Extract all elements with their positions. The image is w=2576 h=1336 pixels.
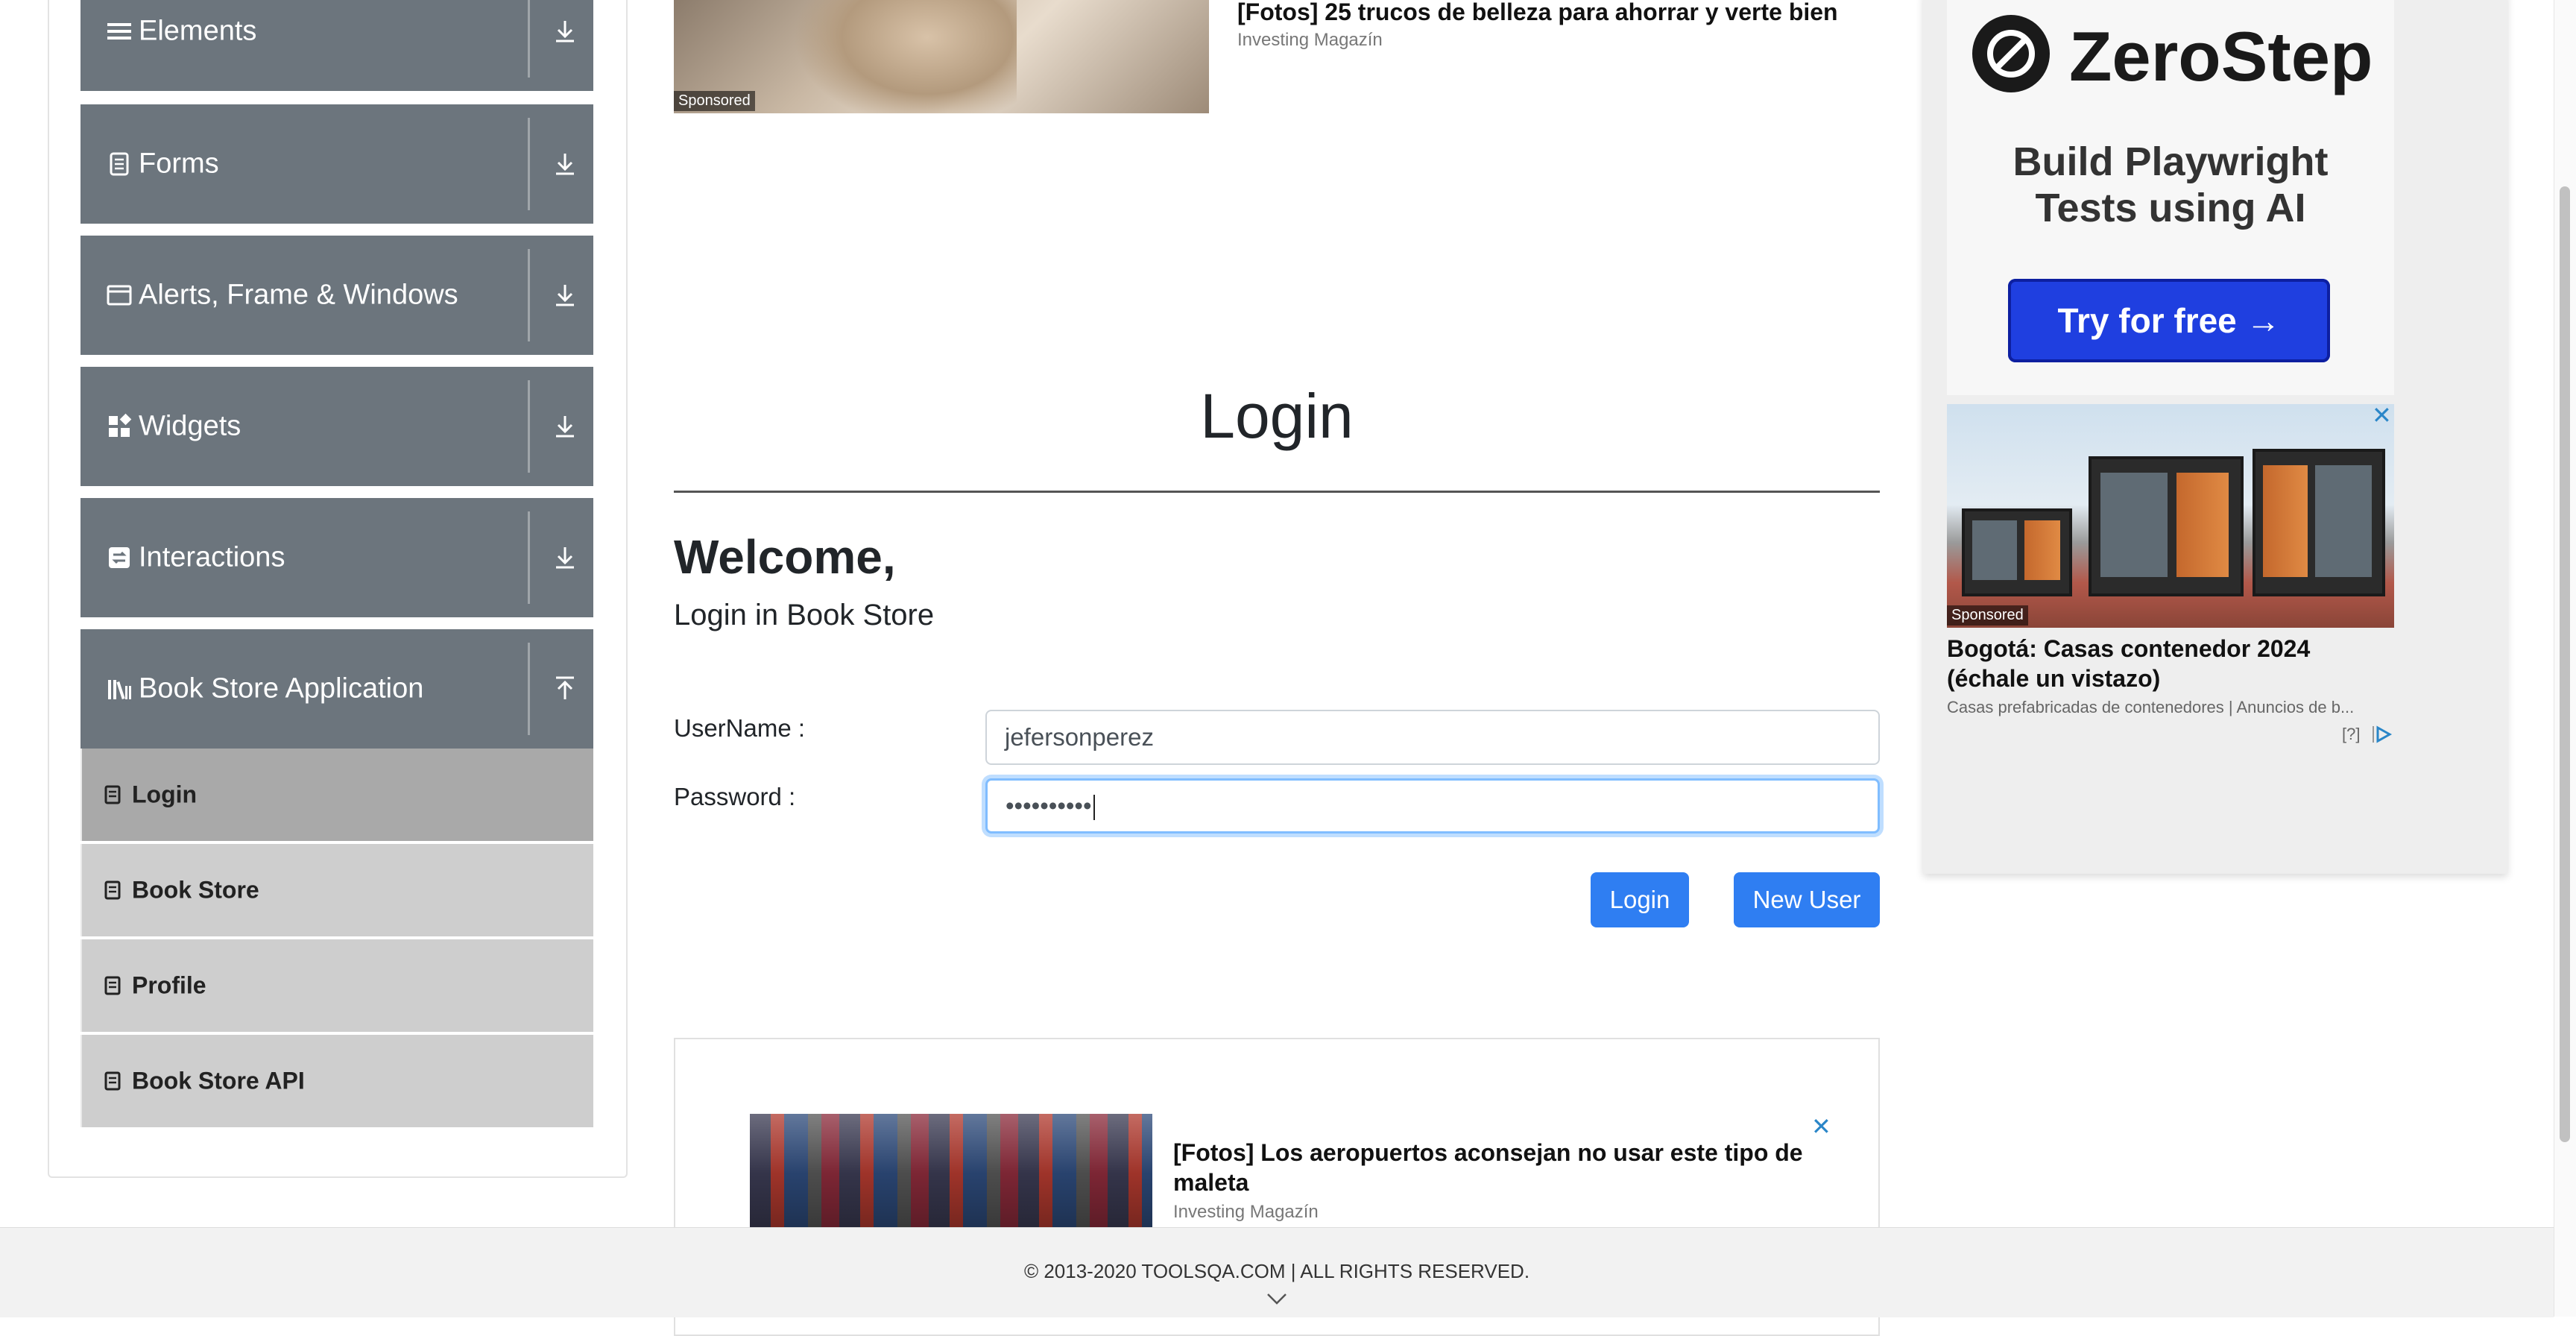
divider: [674, 491, 1880, 493]
house-panel: [2024, 520, 2060, 580]
ad-headline[interactable]: [Fotos] Los aeropuertos aconsejan no usa…: [1173, 1138, 1829, 1197]
tagline-line: Build Playwright: [2012, 139, 2329, 184]
footer-copyright: © 2013-2020 TOOLSQA.COM | ALL RIGHTS RES…: [1023, 1260, 1530, 1282]
house-panel: [2263, 465, 2308, 577]
sponsored-badge: Sponsored: [674, 91, 755, 111]
divider: [528, 511, 530, 604]
sidebar-item-book-store-api[interactable]: Book Store API: [80, 1035, 593, 1127]
download-arrow-icon[interactable]: [550, 16, 580, 46]
sidebar-group-label: Alerts, Frame & Windows: [139, 279, 458, 311]
zerostep-tagline: Build Playwright Tests using AI: [1947, 139, 2394, 231]
house-window: [2315, 465, 2372, 577]
sidebar-item-login[interactable]: Login: [80, 749, 593, 841]
document-icon: [104, 976, 121, 995]
scrollbar-thumb[interactable]: [2560, 186, 2570, 1142]
ad-source: Casas prefabricadas de contenedores | An…: [1947, 698, 2355, 716]
sidebar-group-widgets[interactable]: Widgets: [80, 367, 593, 486]
sidebar-group-label: Interactions: [139, 541, 285, 573]
sidebar-group-label: Elements: [139, 15, 257, 47]
password-label: Password :: [674, 783, 796, 810]
house-window: [1972, 520, 2017, 580]
sidebar-group-interactions[interactable]: Interactions: [80, 498, 593, 617]
ad-source: Investing Magazín: [1237, 30, 1383, 50]
close-icon[interactable]: ✕: [2372, 401, 2392, 429]
ad-info-link[interactable]: [?]: [2342, 725, 2360, 744]
sidebar-item-label: Login: [132, 781, 198, 808]
sidebar-group-elements[interactable]: Elements: [80, 0, 593, 91]
upload-arrow-icon[interactable]: [550, 674, 580, 704]
page-title: Login: [1200, 381, 1354, 451]
house-shape: [2089, 456, 2244, 596]
document-icon: [104, 785, 121, 804]
interactions-icon: [109, 547, 130, 568]
ad-headline[interactable]: Bogotá: Casas contenedor 2024 (échale un…: [1947, 634, 2394, 693]
sidebar-item-book-store[interactable]: Book Store: [80, 844, 593, 936]
zerostep-logo-icon: [1972, 15, 2050, 92]
sponsored-badge: Sponsored: [1947, 605, 2028, 626]
adchoices-icon[interactable]: [2370, 725, 2393, 744]
divider: [528, 249, 530, 341]
sidebar-group-label: Book Store Application: [139, 672, 424, 705]
sidebar-item-label: Book Store API: [132, 1067, 305, 1094]
divider: [528, 118, 530, 210]
username-value: jefersonperez: [1005, 723, 1154, 751]
zerostep-brand: ZeroStep: [2069, 17, 2373, 95]
sidebar-item-profile[interactable]: Profile: [80, 939, 593, 1032]
library-icon: [108, 680, 131, 700]
ad-image[interactable]: [750, 1114, 1152, 1233]
try-for-free-button[interactable]: Try for free →: [2008, 279, 2330, 362]
widgets-icon: [109, 413, 132, 437]
close-icon[interactable]: ✕: [1811, 1112, 1831, 1141]
sidebar-item-label: Book Store: [132, 876, 259, 904]
username-input[interactable]: jefersonperez: [985, 710, 1880, 765]
download-arrow-icon[interactable]: [550, 412, 580, 441]
ad-headline[interactable]: [Fotos] 25 trucos de belleza para ahorra…: [1237, 0, 1838, 26]
download-arrow-icon[interactable]: [550, 149, 580, 179]
sidebar-item-label: Profile: [132, 971, 206, 999]
welcome-heading: Welcome,: [674, 530, 896, 584]
tagline-line: Tests using AI: [2035, 186, 2306, 230]
house-shape: [1962, 508, 2072, 596]
new-user-button[interactable]: New User: [1734, 872, 1880, 927]
house-shape: [2253, 449, 2385, 596]
divider: [528, 0, 530, 78]
text-cursor: [1093, 795, 1095, 821]
divider: [528, 643, 530, 735]
sidebar-group-label: Widgets: [139, 410, 242, 442]
document-icon: [104, 880, 121, 900]
ad-image[interactable]: [1947, 404, 2394, 628]
login-button[interactable]: Login: [1591, 872, 1689, 927]
welcome-subtitle: Login in Book Store: [674, 599, 935, 631]
window-icon: [107, 285, 132, 306]
document-icon: [104, 1071, 121, 1091]
download-arrow-icon[interactable]: [550, 280, 580, 310]
house-window: [2100, 473, 2168, 577]
username-label: UserName :: [674, 714, 806, 742]
sidebar-group-forms[interactable]: Forms: [80, 104, 593, 224]
ad-source: Investing Magazín: [1173, 1202, 1319, 1222]
password-input[interactable]: ••••••••••: [985, 778, 1880, 834]
sidebar-group-label: Forms: [139, 148, 219, 180]
document-icon: [110, 152, 129, 176]
sidebar-group-book-store-application[interactable]: Book Store Application: [80, 629, 593, 749]
hamburger-icon: [107, 23, 131, 40]
ad-photo: [793, 0, 1017, 113]
password-value: ••••••••••: [1006, 792, 1092, 819]
sidebar-group-alerts[interactable]: Alerts, Frame & Windows: [80, 236, 593, 355]
divider: [528, 380, 530, 473]
chevron-down-icon[interactable]: [1266, 1291, 1288, 1306]
download-arrow-icon[interactable]: [550, 543, 580, 573]
house-panel: [2176, 473, 2229, 577]
